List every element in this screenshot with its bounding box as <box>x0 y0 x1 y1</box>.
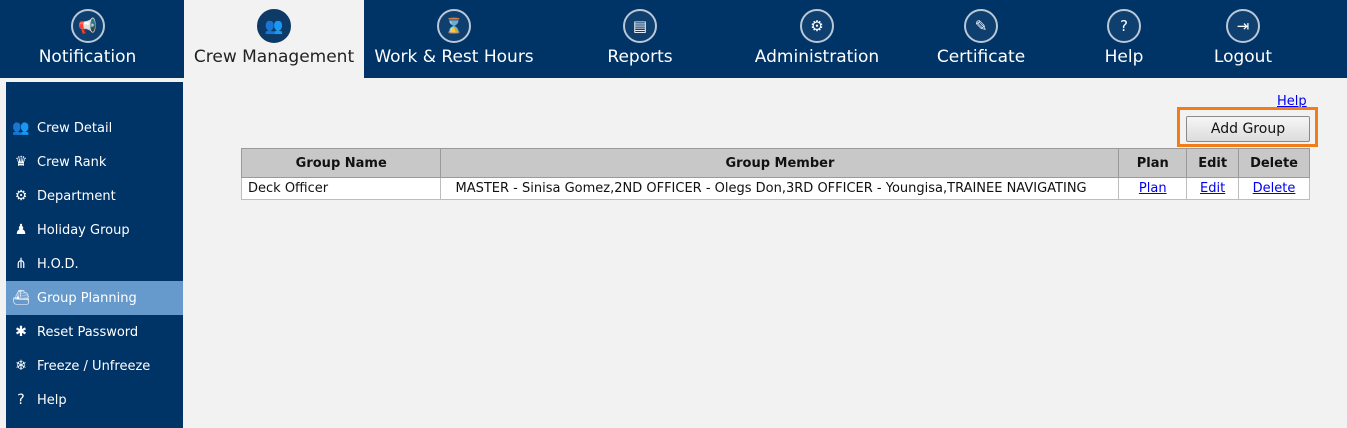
column-header-edit: Edit <box>1186 148 1240 178</box>
sidebar-item-group-planning[interactable]: ⛴ Group Planning <box>6 281 183 315</box>
crew-group-icon: 👥 <box>257 9 291 43</box>
sidebar-item-label: H.O.D. <box>37 256 79 272</box>
nav-label: Certificate <box>936 47 1026 67</box>
nav-work-rest-hours[interactable]: ⌛ Work & Rest Hours <box>364 0 544 78</box>
people-icon: 👥 <box>12 120 30 136</box>
nav-label: Reports <box>607 47 673 67</box>
column-header-group-name[interactable]: Group Name <box>240 148 442 178</box>
sidebar-item-label: Reset Password <box>37 324 139 340</box>
sidebar: 👥 Crew Detail ♛ Crew Rank ⚙ Department ♟… <box>6 82 183 428</box>
sidebar-item-hod[interactable]: ⋔ H.O.D. <box>6 247 183 281</box>
plan-cell: Plan <box>1118 177 1188 200</box>
sidebar-item-label: Crew Rank <box>37 154 107 170</box>
nav-notification[interactable]: 📢 Notification <box>0 0 175 78</box>
sidebar-item-label: Freeze / Unfreeze <box>37 358 151 374</box>
reset-password-icon: ✱ <box>15 324 27 340</box>
department-icon: ⚙ <box>14 188 28 204</box>
ship-icon: ⛴ <box>12 290 30 306</box>
sidebar-item-crew-detail[interactable]: 👥 Crew Detail <box>6 111 183 145</box>
nav-label: Help <box>1104 47 1144 67</box>
sidebar-item-holiday-group[interactable]: ♟ Holiday Group <box>6 213 183 247</box>
sidebar-item-label: Holiday Group <box>37 222 130 238</box>
nav-crew-management[interactable]: 👥 Crew Management <box>184 0 364 78</box>
column-header-group-member[interactable]: Group Member <box>440 148 1120 178</box>
nav-certificate[interactable]: ✎ Certificate <box>906 0 1056 78</box>
nav-label: Logout <box>1213 47 1273 67</box>
sidebar-item-help[interactable]: ? Help <box>6 383 183 417</box>
snowflake-icon: ❄ <box>15 358 27 374</box>
column-header-delete: Delete <box>1238 148 1310 178</box>
sidebar-item-freeze-unfreeze[interactable]: ❄ Freeze / Unfreeze <box>6 349 183 383</box>
reports-icon: ▤ <box>623 9 657 43</box>
hierarchy-icon: ⋔ <box>15 256 27 272</box>
edit-cell: Edit <box>1186 177 1240 200</box>
holiday-icon: ♟ <box>14 222 28 238</box>
nav-help[interactable]: ? Help <box>1074 0 1174 78</box>
sidebar-item-label: Crew Detail <box>37 120 113 136</box>
nav-label: Notification <box>38 47 137 67</box>
question-icon: ? <box>17 392 25 408</box>
megaphone-icon: 📢 <box>70 9 105 43</box>
delete-link[interactable]: Delete <box>1253 181 1296 196</box>
column-header-plan: Plan <box>1118 148 1188 178</box>
hourglass-icon: ⌛ <box>437 9 471 43</box>
table-header-row: Group Name Group Member Plan Edit Delete <box>240 148 1310 178</box>
top-navigation: 📢 Notification 👥 Crew Management ⌛ Work … <box>0 0 1347 78</box>
sidebar-item-department[interactable]: ⚙ Department <box>6 179 183 213</box>
admin-icon: ⚙ <box>800 9 834 43</box>
nav-label: Work & Rest Hours <box>374 47 534 67</box>
sidebar-item-label: Department <box>37 188 116 204</box>
plan-link[interactable]: Plan <box>1139 181 1167 196</box>
sidebar-item-crew-rank[interactable]: ♛ Crew Rank <box>6 145 183 179</box>
certificate-icon: ✎ <box>964 9 998 43</box>
delete-cell: Delete <box>1238 177 1310 200</box>
add-group-button[interactable]: Add Group <box>1186 116 1310 142</box>
table-row: Deck Officer MASTER - Sinisa Gomez,2ND O… <box>240 177 1310 200</box>
sidebar-item-label: Help <box>37 392 67 408</box>
nav-label: Crew Management <box>193 47 355 67</box>
sidebar-item-label: Group Planning <box>37 290 137 306</box>
group-member-cell: MASTER - Sinisa Gomez,2ND OFFICER - Oleg… <box>440 177 1120 200</box>
nav-label: Administration <box>754 47 880 67</box>
group-table: Group Name Group Member Plan Edit Delete… <box>240 148 1310 200</box>
logout-icon: ⇥ <box>1226 9 1260 43</box>
nav-administration[interactable]: ⚙ Administration <box>737 0 897 78</box>
question-icon: ? <box>1107 9 1141 43</box>
edit-link[interactable]: Edit <box>1200 181 1225 196</box>
rank-icon: ♛ <box>14 154 28 170</box>
nav-logout[interactable]: ⇥ Logout <box>1193 0 1293 78</box>
group-name-cell: Deck Officer <box>240 177 442 200</box>
nav-reports[interactable]: ▤ Reports <box>560 0 720 78</box>
sidebar-item-reset-password[interactable]: ✱ Reset Password <box>6 315 183 349</box>
